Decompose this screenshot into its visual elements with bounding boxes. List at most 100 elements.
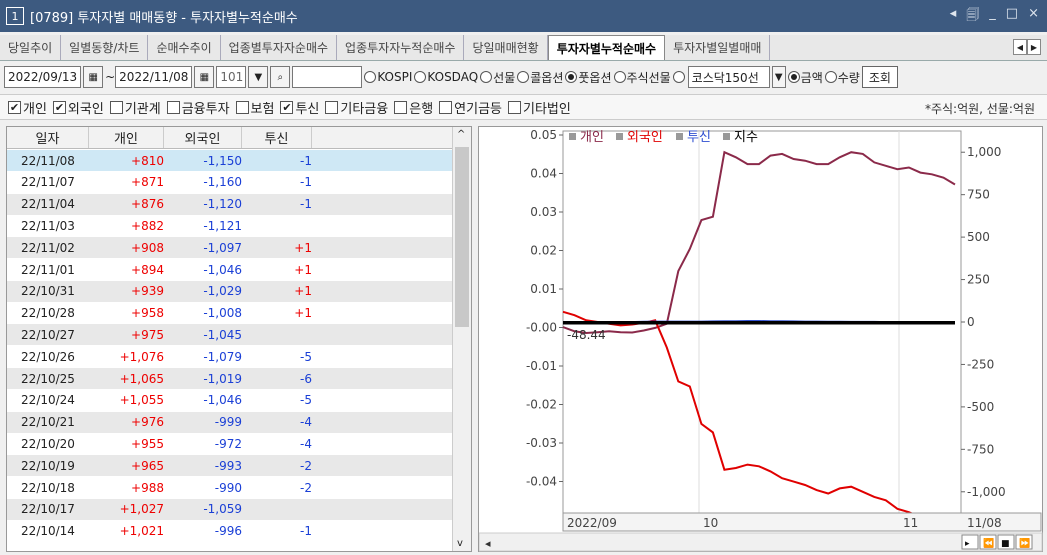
table-row[interactable]: 22/10/21 +976 -999 -4 — [7, 411, 453, 433]
cell-date: 22/10/19 — [21, 458, 75, 473]
cell-individual: +976 — [131, 415, 164, 430]
header-trust[interactable]: 투신 — [242, 127, 312, 148]
right-tick-label: 1,000 — [967, 145, 1001, 159]
right-tick-label: 750 — [967, 188, 990, 202]
cell-blank — [312, 455, 453, 476]
calendar-icon[interactable]: ▦ — [194, 66, 215, 88]
dropdown-icon[interactable]: ▼ — [771, 66, 786, 88]
scroll-up-icon[interactable]: ^ — [457, 129, 465, 140]
tab-prev-icon[interactable]: ◀ — [1013, 39, 1027, 55]
table-row[interactable]: 22/11/07 +871 -1,160 -1 — [7, 171, 453, 193]
tab-next-icon[interactable]: ▶ — [1027, 39, 1041, 55]
check-individual[interactable]: ✔ 개인 — [8, 98, 47, 117]
dropdown-icon[interactable]: ▼ — [248, 66, 269, 88]
radio-index[interactable] — [672, 71, 686, 83]
table-row[interactable]: 22/10/14 +1,021 -996 -1 — [7, 520, 453, 542]
left-tick-label: -0.04 — [526, 475, 557, 489]
radio-put[interactable]: 풋옵션 — [565, 69, 612, 86]
table-scrollbar[interactable]: ^ v — [452, 127, 471, 551]
chart-nav-icon: ⏪ — [983, 537, 994, 549]
chart-scrollbar — [479, 532, 1043, 552]
cell-blank — [312, 237, 453, 258]
code-field[interactable]: 101 — [216, 66, 247, 88]
collapse-icon[interactable]: ◂ — [950, 6, 957, 28]
header-date[interactable]: 일자 — [7, 127, 89, 148]
check-institution[interactable]: 기관계 — [109, 98, 161, 117]
restore-icon[interactable]: 🗐 — [966, 6, 979, 28]
radio-stock-futures[interactable]: 주식선물 — [613, 69, 671, 86]
tab-daily-chart[interactable]: 일별동향/차트 — [61, 35, 149, 60]
minimize-icon[interactable]: _ — [989, 6, 996, 28]
header-individual[interactable]: 개인 — [89, 127, 164, 148]
check-trust[interactable]: ✔ 투신 — [280, 98, 319, 117]
radio-futures[interactable]: 선물 — [480, 69, 515, 86]
chart-nav-icon: ▸ — [965, 539, 970, 549]
table-row[interactable]: 22/10/24 +1,055 -1,046 -5 — [7, 389, 453, 411]
table-row[interactable]: 22/11/01 +894 -1,046 +1 — [7, 259, 453, 280]
cell-foreign: -1,097 — [203, 240, 242, 255]
tab-daily-trend[interactable]: 당일추이 — [0, 35, 62, 60]
table-row[interactable]: 22/11/02 +908 -1,097 +1 — [7, 237, 453, 259]
legend-label: 투신 — [687, 130, 711, 145]
x-axis-label: 2022/09 — [567, 516, 617, 530]
tab-sector-cumulative[interactable]: 업종투자자누적순매수 — [337, 35, 465, 60]
date-to-field[interactable]: 2022/11/08 — [115, 66, 193, 88]
tab-net-buy-trend[interactable]: 순매수추이 — [148, 35, 221, 60]
table-row[interactable]: 22/11/04 +876 -1,120 -1 — [7, 193, 453, 215]
table-row[interactable]: 22/10/20 +955 -972 -4 — [7, 433, 453, 455]
header-foreign[interactable]: 외국인 — [164, 127, 242, 148]
legend-swatch — [569, 133, 576, 140]
query-button[interactable]: 조회 — [861, 66, 898, 88]
maximize-icon[interactable]: □ — [1006, 6, 1018, 28]
legend-label: 개인 — [580, 130, 604, 145]
table-row[interactable]: 22/10/27 +975 -1,045 — [7, 324, 453, 346]
table-row[interactable]: 22/10/31 +939 -1,029 +1 — [7, 280, 453, 302]
radio-quantity[interactable]: 수량 — [824, 69, 860, 86]
check-pension[interactable]: 연기금등 — [439, 98, 502, 117]
data-table: 일자 개인 외국인 투신 22/11/08 +810 -1,150 -1 22/11/0… — [6, 126, 472, 552]
radio-amount[interactable]: 금액 — [787, 69, 823, 86]
cell-foreign: -1,029 — [203, 284, 242, 299]
table-row[interactable]: 22/11/03 +882 -1,121 — [7, 215, 453, 237]
legend-swatch — [616, 133, 623, 140]
date-from-field[interactable]: 2022/09/13 — [4, 66, 82, 88]
left-tick-label: 0.02 — [530, 244, 557, 258]
radio-kospi[interactable]: KOSPI — [364, 70, 412, 84]
check-bank[interactable]: 은행 — [394, 98, 433, 117]
index-select[interactable]: 코스닥150선 — [687, 66, 770, 88]
name-field[interactable] — [292, 66, 363, 88]
check-other-corp[interactable]: 기타법인 — [508, 98, 571, 117]
cell-foreign: -1,045 — [203, 327, 242, 342]
scroll-thumb[interactable] — [455, 147, 469, 327]
scroll-down-icon[interactable]: v — [457, 538, 463, 549]
table-row[interactable]: 22/10/28 +958 -1,008 +1 — [7, 302, 453, 324]
right-tick-label: 500 — [967, 230, 990, 244]
cell-blank — [312, 303, 453, 324]
close-icon[interactable]: × — [1028, 6, 1039, 28]
check-financial-invest[interactable]: 금융투자 — [166, 98, 230, 117]
radio-call[interactable]: 콜옵션 — [517, 69, 563, 86]
right-tick-label: -750 — [967, 442, 994, 456]
search-icon[interactable]: ⌕ — [270, 66, 291, 88]
chart-nav-icon: ■ — [1001, 539, 1010, 549]
table-row[interactable]: 22/10/17 +1,027 -1,059 — [7, 498, 453, 520]
right-tick-label: -500 — [967, 400, 994, 414]
table-row[interactable]: 22/10/18 +988 -990 -2 — [7, 477, 453, 498]
tab-investor-cumulative[interactable]: 투자자별누적순매수 — [547, 35, 666, 60]
check-other-finance[interactable]: 기타금융 — [325, 98, 388, 117]
tab-today-trade[interactable]: 당일매매현황 — [464, 35, 548, 60]
window-title: [0789] 투자자별 매매동향 - 투자자별누적순매수 — [30, 10, 298, 26]
radio-kosdaq[interactable]: KOSDAQ — [414, 70, 478, 84]
table-row[interactable]: 22/11/08 +810 -1,150 -1 — [7, 150, 453, 171]
chart-nav-icon: ⏩ — [1019, 537, 1030, 549]
check-foreign[interactable]: ✔ 외국인 — [52, 98, 104, 117]
table-row[interactable]: 22/10/25 +1,065 -1,019 -6 — [7, 368, 453, 389]
tab-sector-investor[interactable]: 업종별투자자순매수 — [221, 35, 338, 60]
cell-blank — [312, 259, 453, 280]
header-blank — [312, 127, 453, 148]
tab-investor-daily[interactable]: 투자자별일별매매 — [665, 35, 771, 60]
table-row[interactable]: 22/10/26 +1,076 -1,079 -5 — [7, 346, 453, 368]
calendar-icon[interactable]: ▦ — [83, 66, 104, 88]
table-row[interactable]: 22/10/19 +965 -993 -2 — [7, 455, 453, 477]
check-insurance[interactable]: 보험 — [235, 98, 274, 117]
